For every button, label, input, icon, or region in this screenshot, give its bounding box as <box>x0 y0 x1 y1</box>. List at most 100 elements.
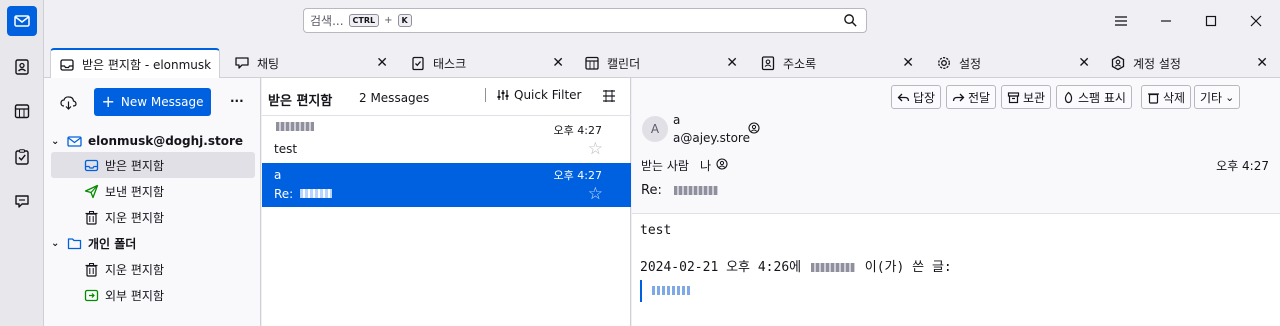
local-folders-label: 개인 폴더 <box>88 236 137 251</box>
tab-close-button[interactable]: ✕ <box>902 55 914 71</box>
mail-icon <box>14 15 30 27</box>
message-row-selected[interactable]: a 오후 4:27 Re: ☆ <box>262 163 631 207</box>
quick-filter-button[interactable]: Quick Filter <box>485 88 581 102</box>
archive-button[interactable]: 보관 <box>1001 85 1052 109</box>
redacted-quote-body <box>652 286 690 295</box>
folder-local-trash[interactable]: 지운 편지함 <box>51 256 255 282</box>
folder-sent[interactable]: 보낸 편지함 <box>51 178 255 204</box>
tasks-icon <box>15 149 29 165</box>
folder-trash[interactable]: 지운 편지함 <box>51 204 255 230</box>
tab-calendar[interactable]: 캘린더 ✕ <box>576 48 744 78</box>
tab-close-button[interactable]: ✕ <box>552 55 564 71</box>
folder-icon <box>67 237 82 249</box>
folder-outbox[interactable]: 외부 편지함 <box>51 282 255 308</box>
app-menu-button[interactable] <box>1111 11 1131 31</box>
more-actions-button[interactable]: 기타 ⌄ <box>1194 85 1241 109</box>
body-first-line: test <box>640 223 672 238</box>
close-window-button[interactable] <box>1246 11 1266 31</box>
global-search-input[interactable]: 검색... CTRL + K <box>303 8 867 33</box>
trash-icon <box>1148 92 1159 104</box>
kbd-plus: + <box>384 15 393 26</box>
tab-tasks[interactable]: 태스크 ✕ <box>402 48 570 78</box>
message-time: 오후 4:27 <box>553 124 602 137</box>
tab-addressbook[interactable]: 주소록 ✕ <box>752 48 920 78</box>
inbox-icon <box>60 58 74 71</box>
contact-icon[interactable] <box>716 158 728 170</box>
calendar-space-button[interactable] <box>7 96 37 126</box>
redacted-quote-sender <box>810 263 855 272</box>
chat-icon <box>15 195 29 208</box>
chat-icon <box>235 57 249 69</box>
addressbook-icon <box>15 59 29 75</box>
tab-inbox[interactable]: 받은 편지함 - elonmusk <box>50 48 220 79</box>
trash-icon <box>85 210 98 225</box>
sent-icon <box>84 184 99 198</box>
reply-icon <box>897 93 910 101</box>
message-count: 2 Messages <box>359 91 430 105</box>
delete-label: 삭제 <box>1163 90 1186 105</box>
tasks-space-button[interactable] <box>7 142 37 172</box>
tab-close-button[interactable]: ✕ <box>376 55 388 71</box>
minimize-button[interactable] <box>1156 11 1176 31</box>
sender-avatar: A <box>642 116 668 142</box>
tab-settings[interactable]: 설정 ✕ <box>928 48 1096 78</box>
folder-label: 지운 편지함 <box>105 210 165 225</box>
quick-filter-label: Quick Filter <box>514 88 582 102</box>
spaces-toolbar <box>0 0 44 326</box>
to-value: 나 <box>700 159 712 173</box>
folder-title: 받은 편지함 <box>268 94 333 109</box>
redacted-subject <box>300 189 332 198</box>
quote-bar <box>640 280 642 302</box>
list-options-icon <box>603 90 615 102</box>
title-bar: 검색... CTRL + K <box>44 0 1280 42</box>
tab-label: 설정 <box>959 56 982 71</box>
plus-icon: + <box>101 92 115 111</box>
star-icon[interactable]: ☆ <box>588 184 603 204</box>
forward-button[interactable]: 전달 <box>946 85 997 109</box>
chevron-down-icon: ⌄ <box>51 135 60 147</box>
junk-label: 스팸 표시 <box>1078 90 1126 105</box>
message-row[interactable]: 오후 4:27 test ☆ <box>262 118 631 162</box>
thread-view-options-button[interactable] <box>602 89 616 106</box>
forward-label: 전달 <box>968 90 991 105</box>
local-folders-row[interactable]: ⌄ 개인 폴더 <box>51 230 255 256</box>
mail-account-icon <box>67 135 82 147</box>
star-icon[interactable]: ☆ <box>588 139 603 159</box>
calendar-icon <box>585 56 599 70</box>
junk-icon <box>1064 91 1073 103</box>
subject-prefix: Re: <box>641 183 662 198</box>
folder-pane-more-button[interactable]: ··· <box>230 94 244 108</box>
maximize-button[interactable] <box>1201 11 1221 31</box>
delete-button[interactable]: 삭제 <box>1141 85 1192 109</box>
tab-close-button[interactable]: ✕ <box>726 55 738 71</box>
message-subject-prefix: Re: <box>274 187 294 201</box>
new-message-button[interactable]: + New Message <box>94 88 211 116</box>
folder-inbox[interactable]: 받은 편지함 <box>51 152 255 178</box>
message-sender: a <box>274 168 282 182</box>
sender-email[interactable]: a@ajey.store <box>673 131 750 145</box>
chevron-down-icon: ⌄ <box>51 237 60 249</box>
mail-space-button[interactable] <box>7 6 37 36</box>
folder-label: 보낸 편지함 <box>105 184 165 199</box>
message-header: 답장 전달 보관 스팸 표시 삭제 기타 ⌄ A a a@ajey.store … <box>632 78 1280 214</box>
account-row[interactable]: ⌄ elonmusk@doghj.store <box>51 128 255 154</box>
close-icon <box>1250 15 1262 27</box>
get-messages-button[interactable] <box>60 95 77 113</box>
more-label: 기타 <box>1200 90 1223 105</box>
contact-icon[interactable] <box>748 122 760 134</box>
addressbook-space-button[interactable] <box>7 52 37 82</box>
message-time: 오후 4:27 <box>553 169 602 182</box>
folder-pane: + New Message ··· ⌄ elonmusk@doghj.store… <box>44 78 261 326</box>
junk-button[interactable]: 스팸 표시 <box>1056 85 1132 109</box>
outbox-icon <box>84 289 99 301</box>
tab-chat[interactable]: 채팅 ✕ <box>226 48 394 78</box>
gear-icon <box>938 57 950 69</box>
folder-label: 지운 편지함 <box>105 262 165 277</box>
chat-space-button[interactable] <box>7 186 37 216</box>
tab-account-settings[interactable]: 계정 설정 ✕ <box>1102 48 1274 78</box>
forward-icon <box>952 93 965 101</box>
quote-suffix: 이(가) 쓴 글: <box>864 260 952 275</box>
tab-close-button[interactable]: ✕ <box>1256 55 1268 71</box>
reply-button[interactable]: 답장 <box>891 85 942 109</box>
tab-close-button[interactable]: ✕ <box>1078 55 1090 71</box>
